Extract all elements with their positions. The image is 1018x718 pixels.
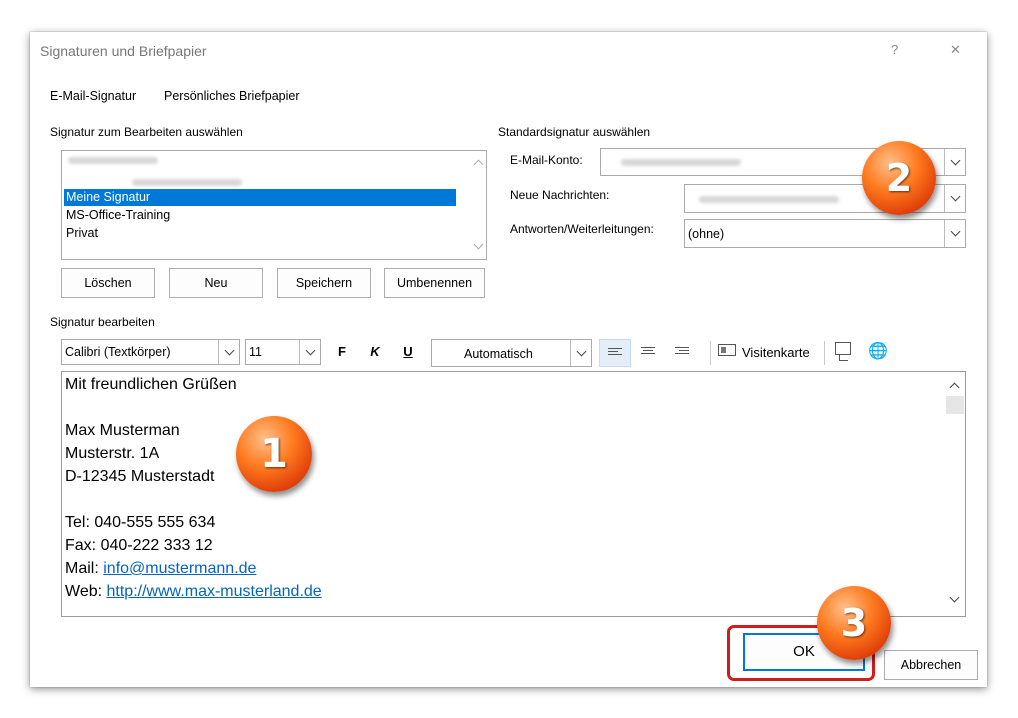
- business-card-icon: [718, 344, 736, 356]
- font-size-value: 11: [249, 345, 262, 359]
- new-messages-label: Neue Nachrichten:: [510, 188, 610, 202]
- underline-button[interactable]: U: [400, 344, 416, 359]
- dialog-title: Signaturen und Briefpapier: [40, 43, 207, 59]
- business-card-button[interactable]: Visitenkarte: [742, 345, 810, 360]
- edit-signature-heading: Signatur bearbeiten: [50, 315, 155, 329]
- default-signature-heading: Standardsignatur auswählen: [498, 125, 651, 139]
- signature-line: Mail: info@mustermann.de: [65, 558, 256, 580]
- bold-button[interactable]: F: [334, 344, 350, 359]
- color-value: Automatisch: [464, 347, 533, 361]
- font-size-select[interactable]: 11: [245, 339, 321, 365]
- signature-line: Web: http://www.max-musterland.de: [65, 581, 322, 603]
- save-button[interactable]: Speichern: [277, 268, 371, 298]
- chevron-down-icon[interactable]: [218, 340, 239, 364]
- font-value: Calibri (Textkörper): [65, 345, 171, 359]
- select-signature-heading: Signatur zum Bearbeiten auswählen: [50, 125, 243, 139]
- scroll-thumb[interactable]: [946, 396, 964, 414]
- align-left-icon: [608, 348, 622, 358]
- replies-label: Antworten/Weiterleitungen:: [510, 222, 654, 236]
- list-item[interactable]: MS-Office-Training: [64, 207, 456, 224]
- blurred-account: [621, 159, 741, 166]
- scroll-up-icon[interactable]: [949, 380, 960, 393]
- tab-email-signature[interactable]: E-Mail-Signatur: [50, 89, 136, 103]
- align-left-button[interactable]: [599, 339, 631, 367]
- font-select[interactable]: Calibri (Textkörper): [61, 339, 240, 365]
- tab-personal-stationery[interactable]: Persönliches Briefpapier: [164, 89, 300, 103]
- blurred-entry: [132, 179, 242, 186]
- signature-line: Tel: 040-555 555 634: [65, 514, 216, 531]
- list-item[interactable]: Privat: [64, 225, 456, 242]
- insert-picture-icon[interactable]: [835, 342, 851, 361]
- signature-line: Mit freundlichen Grüßen: [65, 376, 237, 393]
- blurred-signature: [699, 196, 839, 203]
- mail-link[interactable]: info@mustermann.de: [103, 560, 256, 577]
- list-item[interactable]: Meine Signatur: [64, 189, 456, 206]
- delete-button[interactable]: Löschen: [61, 268, 155, 298]
- web-label: Web:: [65, 583, 107, 600]
- mail-label: Mail:: [65, 560, 104, 577]
- signature-editor[interactable]: Mit freundlichen Grüßen Max Musterman Mu…: [61, 371, 966, 617]
- chevron-down-icon[interactable]: [944, 149, 965, 175]
- help-button[interactable]: ?: [891, 42, 898, 57]
- chevron-down-icon[interactable]: [944, 185, 965, 212]
- align-right-button[interactable]: [667, 339, 699, 367]
- align-center-button[interactable]: [633, 339, 665, 367]
- color-select[interactable]: Automatisch: [431, 339, 592, 367]
- account-label: E-Mail-Konto:: [510, 153, 583, 167]
- scroll-down-icon[interactable]: [949, 592, 960, 603]
- cancel-button[interactable]: Abbrechen: [884, 650, 978, 680]
- chevron-down-icon[interactable]: [570, 340, 591, 366]
- replies-select[interactable]: (ohne): [684, 219, 966, 248]
- signature-line: Fax: 040-222 333 12: [65, 537, 213, 554]
- editor-scrollbar[interactable]: [945, 372, 965, 616]
- blurred-entry: [68, 157, 158, 164]
- toolbar-separator: [824, 341, 825, 365]
- align-right-icon: [675, 347, 689, 357]
- scroll-down-icon[interactable]: [473, 239, 484, 250]
- scroll-up-icon[interactable]: [473, 157, 484, 170]
- replies-value: (ohne): [688, 227, 725, 241]
- callout-1: 1: [236, 416, 312, 492]
- toolbar-separator: [710, 341, 711, 365]
- callout-2: 2: [862, 141, 936, 215]
- italic-button[interactable]: K: [367, 344, 383, 359]
- close-button[interactable]: ✕: [950, 42, 961, 58]
- insert-hyperlink-icon[interactable]: 🌐: [868, 341, 888, 360]
- align-center-icon: [641, 347, 655, 357]
- signature-line: Max Musterman: [65, 422, 180, 439]
- signature-line: Musterstr. 1A: [65, 445, 160, 462]
- web-link[interactable]: http://www.max-musterland.de: [107, 583, 322, 600]
- new-button[interactable]: Neu: [169, 268, 263, 298]
- signature-list[interactable]: Meine Signatur MS-Office-Training Privat: [61, 150, 487, 260]
- signature-line: D-12345 Musterstadt: [65, 468, 215, 485]
- rename-button[interactable]: Umbenennen: [384, 268, 485, 298]
- callout-3: 3: [817, 586, 891, 660]
- chevron-down-icon[interactable]: [944, 220, 965, 247]
- chevron-down-icon[interactable]: [299, 340, 320, 364]
